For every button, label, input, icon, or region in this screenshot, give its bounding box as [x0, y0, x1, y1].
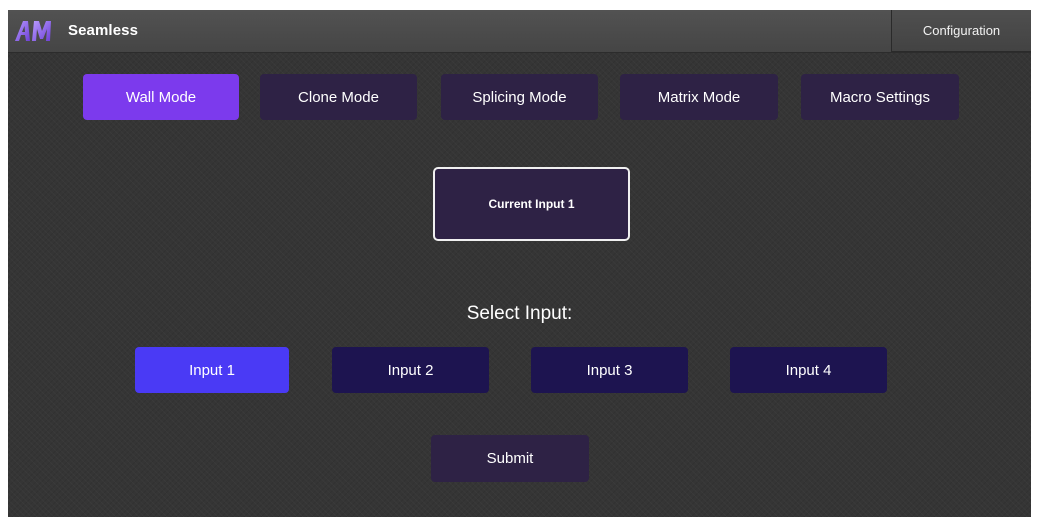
select-input-label: Select Input: — [466, 303, 573, 324]
current-input-display: Current Input 1 — [433, 167, 630, 241]
brand-name: Seamless — [68, 22, 139, 39]
top-bar: Seamless Configuration — [8, 10, 1031, 53]
input-3-button[interactable]: Input 3 — [531, 347, 688, 393]
splicing-mode-button[interactable]: Splicing Mode — [441, 74, 598, 120]
submit-button[interactable]: Submit — [431, 435, 589, 482]
matrix-mode-button[interactable]: Matrix Mode — [620, 74, 778, 120]
wall-mode-button[interactable]: Wall Mode — [83, 74, 239, 120]
input-2-button[interactable]: Input 2 — [332, 347, 489, 393]
configuration-button[interactable]: Configuration — [891, 10, 1031, 52]
am-logo-icon — [15, 21, 51, 41]
app-window: Seamless Configuration Wall Mode Clone M… — [8, 10, 1031, 517]
input-1-button[interactable]: Input 1 — [135, 347, 289, 393]
input-4-button[interactable]: Input 4 — [730, 347, 887, 393]
macro-settings-button[interactable]: Macro Settings — [801, 74, 959, 120]
clone-mode-button[interactable]: Clone Mode — [260, 74, 417, 120]
